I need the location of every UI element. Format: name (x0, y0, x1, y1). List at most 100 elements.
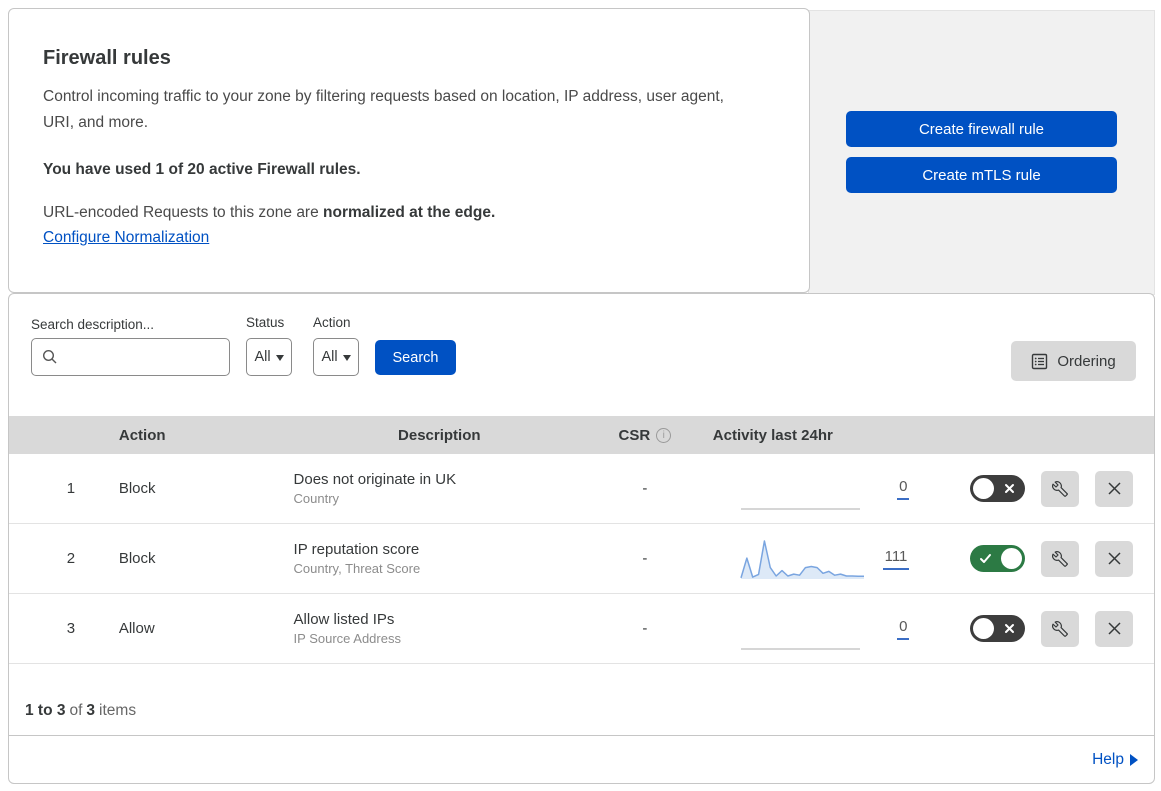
wrench-icon (1052, 550, 1068, 567)
help-row: Help (9, 736, 1154, 783)
wrench-icon (1052, 480, 1068, 497)
intro-card: Firewall rules Control incoming traffic … (8, 8, 810, 293)
chevron-down-icon (275, 355, 284, 361)
ordering-button-label: Ordering (1057, 352, 1116, 370)
normalization-note-text: URL-encoded Requests to this zone are (43, 204, 319, 222)
rule-activity-cell: 0 (705, 594, 918, 663)
rule-controls (917, 454, 1154, 523)
status-filter-label: Status (246, 315, 285, 330)
column-action: Action (118, 426, 166, 444)
help-link[interactable]: Help (1092, 751, 1124, 769)
action-filter-select[interactable]: All (313, 338, 359, 376)
search-text-field[interactable] (64, 349, 214, 365)
configure-normalization-link[interactable]: Configure Normalization (43, 229, 209, 247)
rule-activity-cell: 0 (705, 454, 918, 523)
table-body: 1 Block Does not originate in UK Country… (9, 454, 1154, 664)
action-filter-value: All (321, 349, 338, 365)
status-filter-value: All (254, 349, 271, 365)
rule-description-cell: IP reputation score Country, Threat Scor… (286, 524, 585, 593)
rule-description: Does not originate in UK (293, 471, 457, 488)
normalization-note: URL-encoded Requests to this zone are no… (43, 204, 769, 222)
table-row: 3 Allow Allow listed IPs IP Source Addre… (9, 594, 1154, 664)
rule-controls (917, 524, 1154, 593)
rule-enabled-toggle[interactable] (970, 545, 1025, 572)
pagination-range: 1 to 3 (25, 702, 66, 719)
info-icon[interactable]: i (656, 427, 672, 443)
action-filter-label: Action (313, 315, 351, 330)
delete-rule-button[interactable] (1095, 540, 1133, 577)
toggle-knob (973, 478, 994, 499)
delete-rule-button[interactable] (1095, 470, 1133, 507)
column-description: Description (286, 427, 585, 444)
close-icon (1107, 552, 1121, 565)
actions-panel: Create firewall rule Create mTLS rule (808, 10, 1155, 295)
rule-priority: 1 (66, 480, 76, 497)
rule-action: Block (118, 550, 156, 567)
activity-sparkline (740, 648, 860, 650)
column-csr-label: CSR (618, 426, 651, 444)
cross-icon (1005, 624, 1014, 633)
normalization-note-bold: normalized at the edge. (323, 204, 496, 222)
table-header: Action Description CSR i Activity last 2… (9, 416, 1154, 454)
rule-match-fields: IP Source Address (293, 631, 401, 646)
pagination: 1 to 3 of 3 items (9, 664, 1154, 736)
table-row: 1 Block Does not originate in UK Country… (9, 454, 1154, 524)
page-description: Control incoming traffic to your zone by… (43, 88, 724, 131)
wrench-icon (1052, 620, 1068, 637)
edit-rule-button[interactable] (1041, 540, 1079, 577)
rule-csr-value: - (642, 550, 648, 567)
rule-csr-value: - (642, 620, 648, 637)
usage-summary: You have used 1 of 20 active Firewall ru… (43, 161, 361, 179)
firewall-rules-page: Create firewall rule Create mTLS rule Fi… (0, 0, 1161, 791)
search-input[interactable] (31, 338, 230, 376)
ordering-button[interactable]: Ordering (1011, 341, 1136, 381)
activity-count-link[interactable]: 0 (897, 478, 910, 500)
chevron-down-icon (342, 355, 351, 361)
pagination-items: items (99, 702, 137, 719)
rule-enabled-toggle[interactable] (970, 475, 1025, 502)
help-arrow-icon (1130, 753, 1138, 766)
close-icon (1107, 482, 1121, 495)
activity-count-link[interactable]: 0 (897, 618, 910, 640)
ordering-icon (1032, 353, 1048, 369)
activity-sparkline (740, 508, 860, 510)
search-icon (42, 349, 57, 364)
rule-enabled-toggle[interactable] (970, 615, 1025, 642)
rule-action: Allow (118, 620, 155, 637)
rule-priority: 3 (66, 620, 76, 637)
edit-rule-button[interactable] (1041, 470, 1079, 507)
rule-description-cell: Does not originate in UK Country (286, 454, 585, 523)
close-icon (1107, 622, 1121, 635)
column-activity: Activity last 24hr (712, 426, 833, 444)
column-description-label: Description (398, 426, 481, 444)
rule-description: IP reputation score (293, 541, 420, 558)
rule-match-fields: Country, Threat Score (293, 561, 421, 576)
toggle-knob (1001, 548, 1022, 569)
check-icon (980, 554, 991, 563)
pagination-total: 3 (86, 702, 96, 719)
toggle-knob (973, 618, 994, 639)
activity-sparkline (740, 540, 864, 579)
rule-csr-value: - (642, 480, 648, 497)
cross-icon (1005, 484, 1014, 493)
rule-activity-cell: 111 (705, 524, 918, 593)
delete-rule-button[interactable] (1095, 610, 1133, 647)
rule-match-fields: Country (293, 491, 340, 506)
table-row: 2 Block IP reputation score Country, Thr… (9, 524, 1154, 594)
search-label: Search description... (31, 317, 155, 332)
rule-controls (917, 594, 1154, 663)
edit-rule-button[interactable] (1041, 610, 1079, 647)
pagination-of: of (69, 702, 83, 719)
create-firewall-rule-button[interactable]: Create firewall rule (846, 111, 1117, 147)
status-filter-select[interactable]: All (246, 338, 292, 376)
create-mtls-rule-button[interactable]: Create mTLS rule (846, 157, 1117, 193)
filter-bar: Search description... Status All Action … (9, 294, 1154, 416)
rule-description-cell: Allow listed IPs IP Source Address (286, 594, 585, 663)
top-section: Create firewall rule Create mTLS rule Fi… (8, 8, 1155, 295)
activity-count-link[interactable]: 111 (882, 548, 910, 570)
rules-card: Search description... Status All Action … (8, 293, 1155, 784)
rule-priority: 2 (66, 550, 76, 567)
rule-action: Block (118, 480, 156, 497)
page-title: Firewall rules (43, 47, 171, 69)
search-button[interactable]: Search (375, 340, 456, 375)
